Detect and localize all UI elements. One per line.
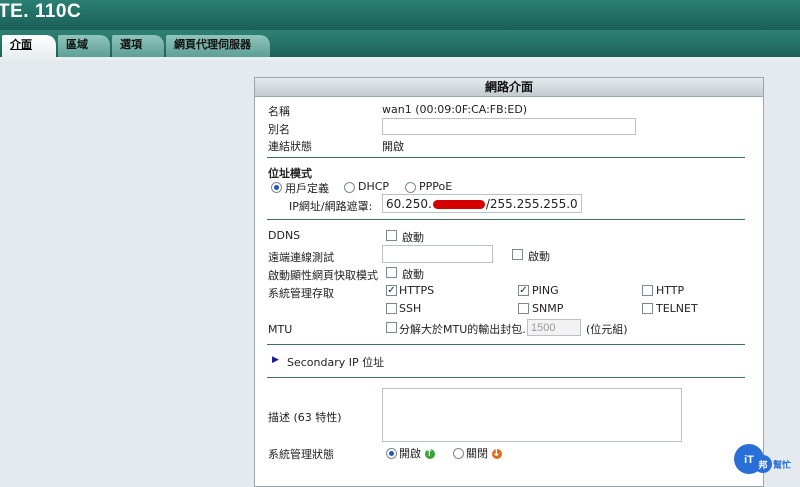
- link-status-label: 連結狀態: [268, 140, 312, 153]
- secondary-ip-toggle[interactable]: Secondary IP 位址: [287, 354, 384, 370]
- admin-status-label: 系統管理狀態: [268, 448, 334, 461]
- name-label: 名稱: [268, 105, 290, 118]
- status-up-radio[interactable]: [386, 448, 397, 459]
- alias-input[interactable]: [382, 118, 636, 135]
- alias-label: 別名: [268, 123, 290, 136]
- mode-dhcp-radio[interactable]: [344, 182, 355, 193]
- ip-netmask-value: 60.250./255.255.255.0: [386, 197, 578, 211]
- tab-web-proxy[interactable]: 網頁代理伺服器: [166, 35, 270, 57]
- tab-underline: [0, 57, 800, 60]
- expand-arrow-icon[interactable]: ▶: [272, 355, 279, 365]
- explicit-proxy-enable-label: 啟動: [402, 268, 424, 281]
- access-ping-checkbox[interactable]: ✓: [518, 285, 529, 296]
- access-http-checkbox[interactable]: [642, 285, 653, 296]
- ip-netmask-input[interactable]: 60.250./255.255.255.0: [382, 194, 582, 213]
- admin-access-label: 系統管理存取: [268, 287, 334, 300]
- svg-text:iT: iT: [744, 454, 754, 466]
- access-http-label: HTTP: [656, 284, 685, 297]
- mode-dhcp-label: DHCP: [358, 180, 390, 193]
- title-bar: TE. 110C: [0, 0, 800, 30]
- mtu-unit-label: (位元組): [586, 323, 628, 336]
- description-textarea[interactable]: [382, 388, 682, 442]
- access-ping-label: PING: [532, 284, 559, 297]
- access-https-checkbox[interactable]: ✓: [386, 285, 397, 296]
- ip-netmask-label: IP網址/網路遮罩:: [289, 200, 373, 213]
- access-snmp-checkbox[interactable]: [518, 303, 529, 314]
- access-telnet-checkbox[interactable]: [642, 303, 653, 314]
- explicit-proxy-checkbox[interactable]: [386, 267, 397, 278]
- mode-pppoe-label: PPPoE: [419, 180, 453, 193]
- mtu-fragment-label: 分解大於MTU的輸出封包.: [399, 323, 526, 336]
- link-status-value: 開啟: [382, 140, 404, 153]
- remote-test-checkbox[interactable]: [512, 249, 523, 260]
- ddns-enable-label: 啟動: [402, 231, 424, 244]
- access-telnet-label: TELNET: [656, 302, 698, 315]
- panel-title: 網路介面: [255, 78, 763, 97]
- redaction-mark: [432, 200, 485, 209]
- network-interface-panel: 網路介面 名稱 wan1 (00:09:0F:CA:FB:ED) 別名 連結狀態…: [254, 77, 764, 487]
- divider: [267, 219, 745, 220]
- tab-interface[interactable]: 介面: [2, 35, 56, 57]
- status-down-radio[interactable]: [453, 448, 464, 459]
- mtu-size-input[interactable]: [527, 319, 581, 336]
- tab-bar: 介面 區域 選項 網頁代理伺服器: [0, 30, 800, 57]
- description-label: 描述 (63 特性): [268, 411, 342, 424]
- ithome-watermark: iT 邦 幫忙: [732, 442, 794, 476]
- tab-zone[interactable]: 區域: [58, 35, 110, 57]
- remote-test-label: 遠端連線測試: [268, 251, 334, 264]
- ddns-checkbox[interactable]: [386, 230, 397, 241]
- brand-logo: TE. 110C: [0, 1, 82, 22]
- explicit-proxy-label: 啟動顯性網頁快取模式: [268, 269, 378, 282]
- remote-test-input[interactable]: [382, 245, 493, 263]
- up-arrow-icon: ↑: [424, 448, 435, 459]
- divider: [267, 344, 745, 345]
- mode-pppoe-radio[interactable]: [405, 182, 416, 193]
- mtu-fragment-checkbox[interactable]: [386, 322, 397, 333]
- status-up-label: 開啟 ↑: [399, 447, 435, 460]
- divider: [267, 157, 745, 158]
- name-value: wan1 (00:09:0F:CA:FB:ED): [382, 103, 528, 116]
- mode-manual-label: 用戶定義: [285, 182, 329, 195]
- address-mode-label: 位址模式: [268, 167, 312, 180]
- tab-options[interactable]: 選項: [112, 35, 164, 57]
- remote-test-enable-label: 啟動: [528, 250, 550, 263]
- mtu-label: MTU: [268, 323, 293, 336]
- divider: [267, 377, 745, 378]
- svg-text:邦: 邦: [758, 459, 767, 471]
- access-ssh-label: SSH: [399, 302, 422, 315]
- mode-manual-radio[interactable]: [271, 182, 282, 193]
- down-arrow-icon: ↓: [491, 448, 502, 459]
- svg-text:幫忙: 幫忙: [773, 459, 791, 471]
- access-https-label: HTTPS: [399, 284, 435, 297]
- status-down-label: 關閉 ↓: [466, 447, 502, 460]
- access-snmp-label: SNMP: [532, 302, 564, 315]
- access-ssh-checkbox[interactable]: [386, 303, 397, 314]
- ddns-label: DDNS: [268, 229, 301, 242]
